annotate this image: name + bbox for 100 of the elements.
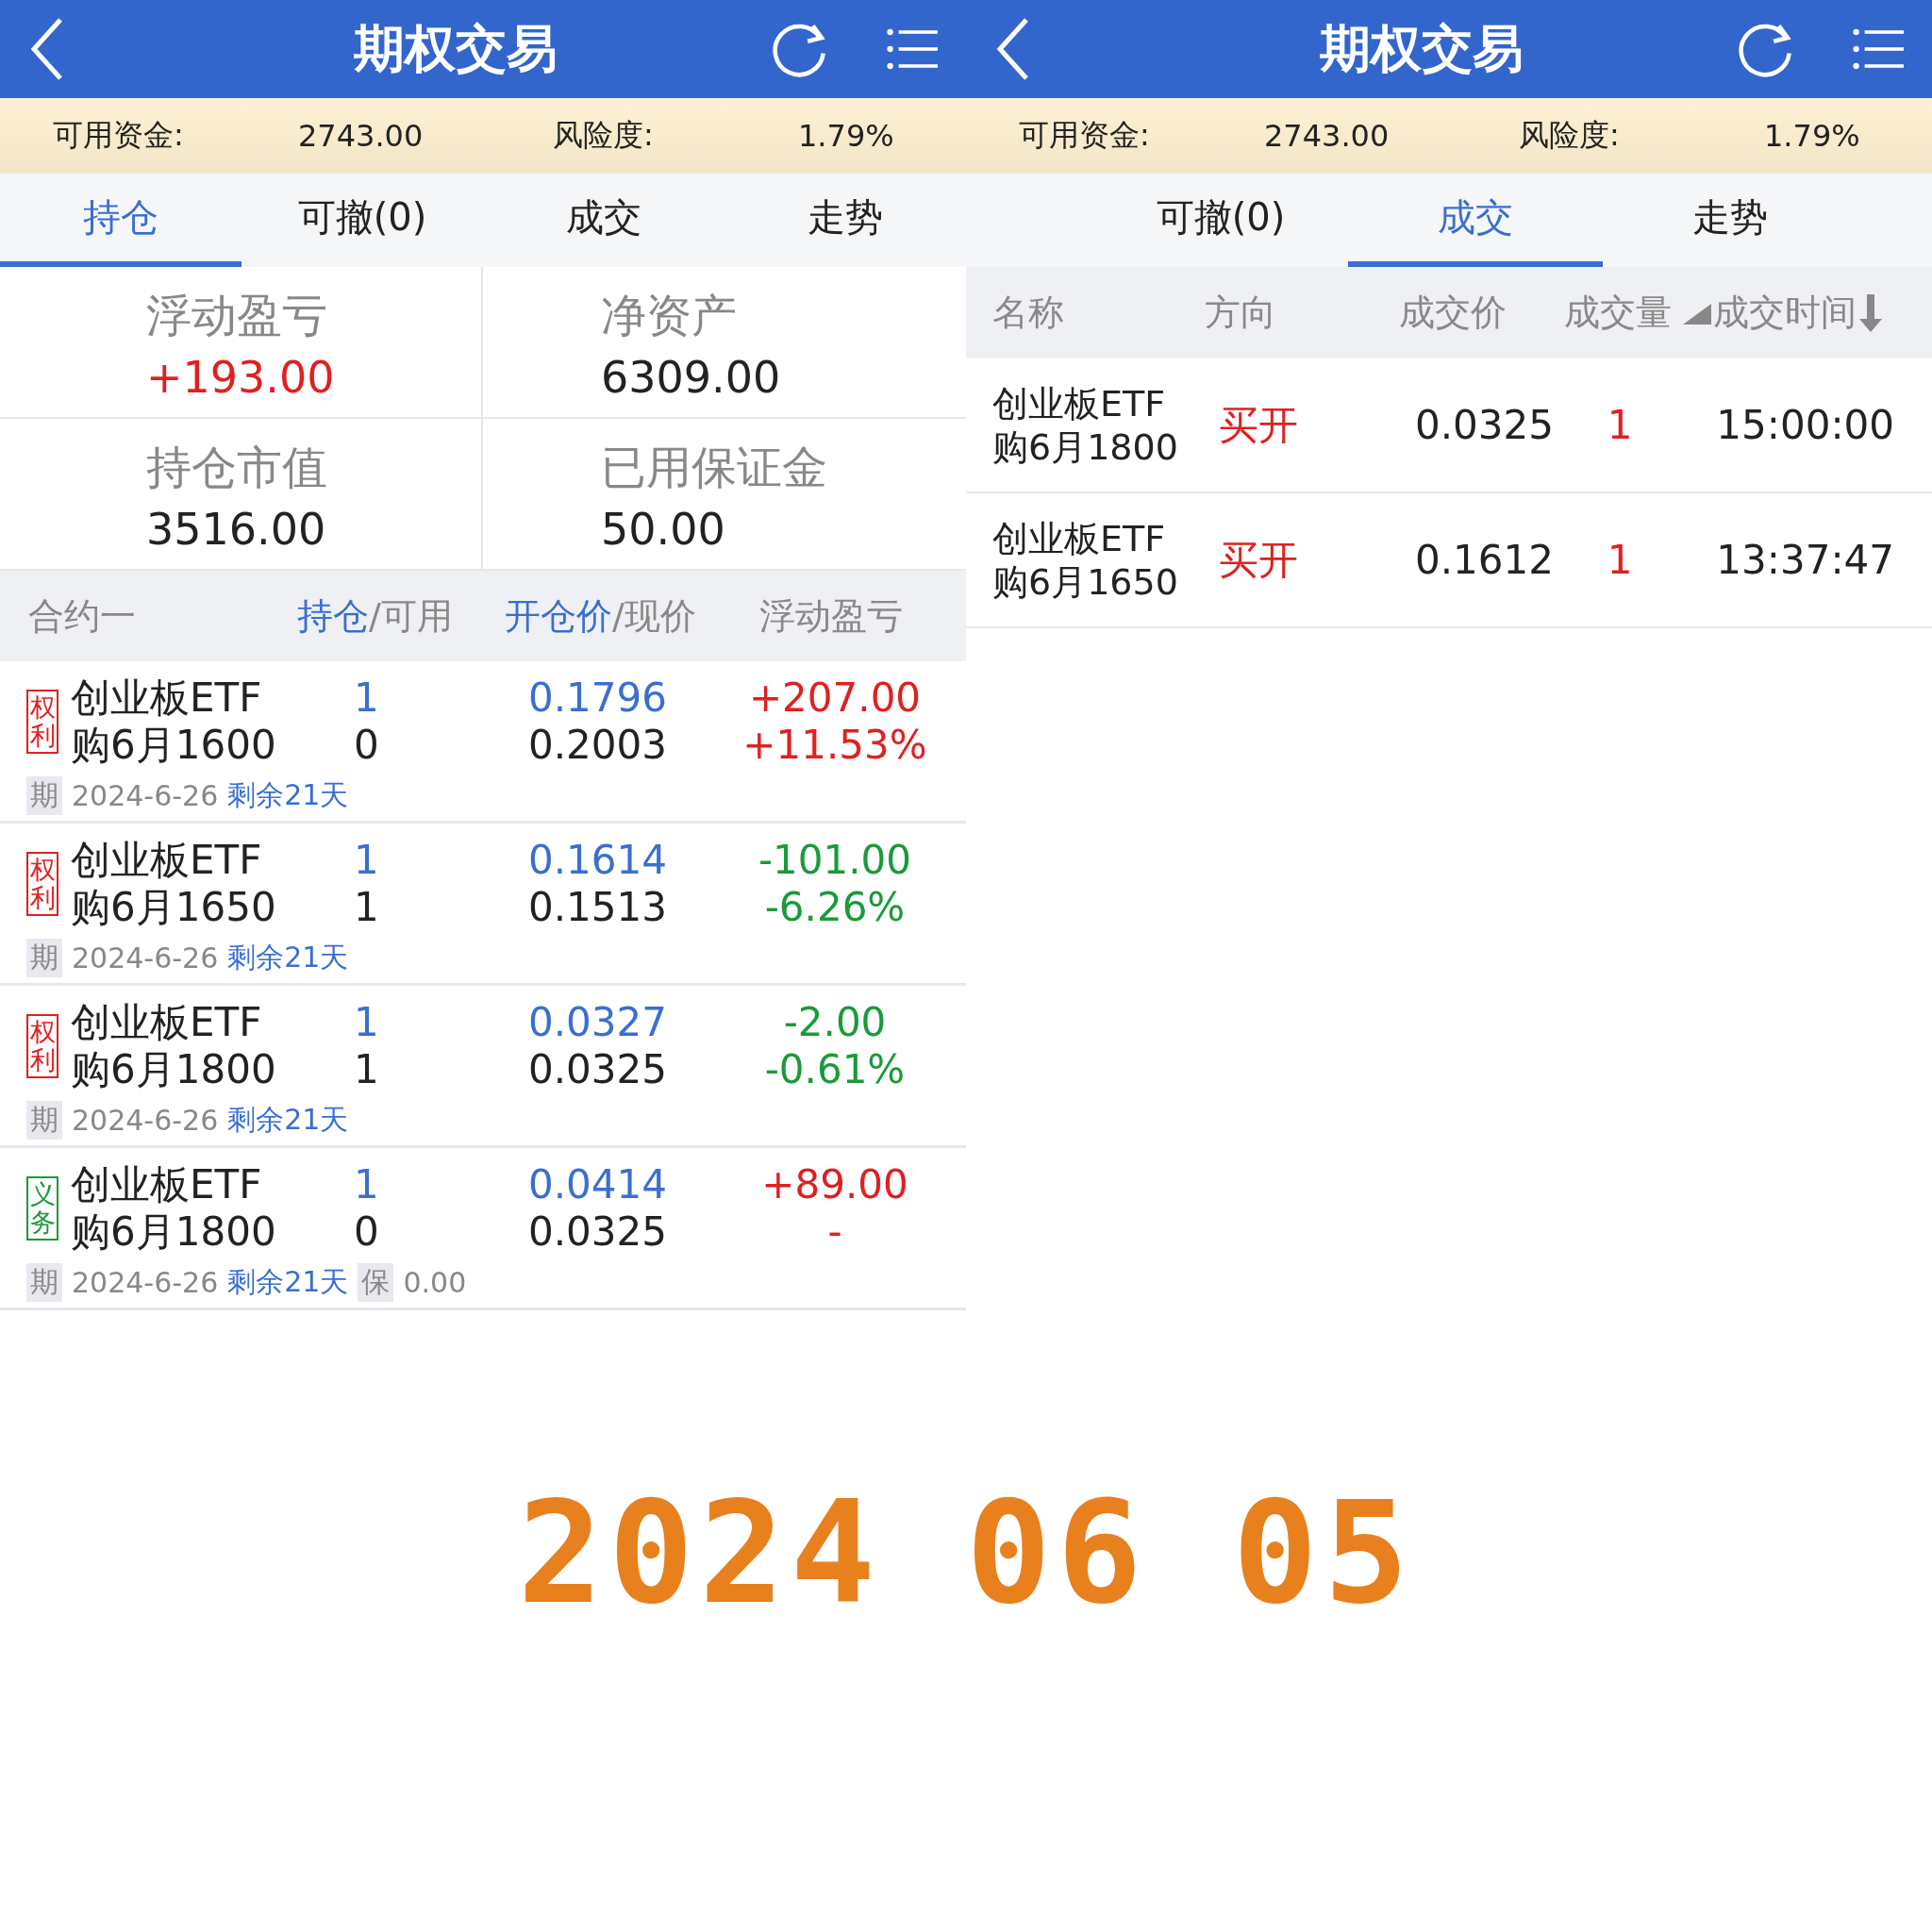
margin-value: 0.00 (403, 1266, 467, 1299)
risk-label: 风险度: (1519, 116, 1621, 155)
expiry-badge: 期 (26, 1263, 62, 1302)
available-qty: 0 (354, 1208, 380, 1256)
summary-label: 持仓市值 (146, 440, 328, 495)
trade-price: 0.1612 (1414, 537, 1554, 583)
trade-time: 15:00:00 (1715, 402, 1895, 448)
pnl-percent: +11.53% (742, 722, 927, 769)
current-price: 0.1513 (528, 884, 668, 931)
contract-detail: 购6月1600 (71, 722, 277, 769)
expiry-date: 2024-6-26 (72, 1104, 219, 1137)
screen-title: 期权交易 (1320, 17, 1524, 80)
trade-direction: 买开 (1219, 535, 1299, 585)
contract-name: 创业板ETF (71, 675, 263, 722)
available-qty: 1 (354, 884, 380, 931)
funds-label: 可用资金: (53, 116, 185, 155)
contract-detail: 购6月1800 (71, 1046, 277, 1093)
column-header[interactable]: 持仓/可用 (297, 591, 505, 641)
pnl-percent: - (827, 1208, 842, 1256)
column-header[interactable]: 成交价 (1346, 289, 1507, 337)
pnl-percent: -0.61% (764, 1046, 906, 1093)
date-text: 06 (966, 1471, 1148, 1635)
funds-label: 可用资金: (1019, 116, 1151, 155)
option-type-tag: 义务 (26, 1176, 58, 1241)
pnl-amount: +89.00 (761, 1161, 908, 1208)
summary-value: 6309.00 (601, 352, 782, 403)
column-header[interactable]: 浮动盈亏 (759, 591, 903, 641)
open-price: 0.0327 (528, 999, 668, 1046)
open-price: 0.0414 (528, 1161, 668, 1208)
menu-icon[interactable] (1853, 27, 1904, 71)
position-qty: 1 (354, 675, 380, 722)
column-header[interactable]: 方向 (1205, 289, 1346, 337)
tab[interactable]: 可撤(0) (1093, 174, 1348, 267)
margin-badge: 保 (358, 1263, 394, 1302)
date-text: 05 (1232, 1471, 1415, 1635)
days-remaining: 剩余21天 (227, 777, 349, 813)
available-qty: 0 (354, 722, 380, 769)
summary-label: 净资产 (601, 288, 738, 343)
risk-value: 1.79% (1764, 118, 1861, 154)
contract-name: 创业板ETF (992, 516, 1167, 560)
open-price: 0.1796 (528, 675, 668, 722)
days-remaining: 剩余21天 (227, 1264, 349, 1300)
column-header[interactable]: 成交时间 (1713, 289, 1857, 337)
option-type-tag: 权利 (26, 690, 58, 754)
trade-volume: 1 (1606, 402, 1634, 448)
column-header[interactable]: 名称 (992, 289, 1205, 337)
tab[interactable]: 可撤(0) (242, 174, 483, 267)
pnl-amount: +207.00 (748, 675, 922, 722)
summary-value: +193.00 (146, 352, 336, 403)
expiry-badge: 期 (26, 939, 62, 977)
trade-time: 13:37:47 (1715, 537, 1895, 583)
open-price: 0.1614 (528, 837, 668, 884)
column-header[interactable]: 开仓价/现价 (505, 591, 759, 641)
tab[interactable]: 走势 (1603, 174, 1857, 267)
current-price: 0.0325 (528, 1208, 668, 1256)
option-type-tag: 权利 (26, 852, 58, 916)
expiry-date: 2024-6-26 (72, 779, 219, 812)
contract-detail: 购6月1800 (71, 1208, 277, 1256)
summary-value: 50.00 (601, 504, 726, 555)
risk-value: 1.79% (798, 118, 895, 154)
position-qty: 1 (354, 1161, 380, 1208)
available-qty: 1 (354, 1046, 380, 1093)
summary-label: 浮动盈亏 (146, 288, 328, 343)
contract-detail: 购6月1650 (992, 559, 1179, 604)
days-remaining: 剩余21天 (227, 940, 349, 975)
risk-label: 风险度: (553, 116, 655, 155)
pnl-percent: -6.26% (764, 884, 906, 931)
sort-down-icon[interactable] (1858, 293, 1883, 332)
summary-label: 已用保证金 (601, 440, 828, 495)
corner-icon (1683, 301, 1711, 325)
pnl-amount: -2.00 (783, 999, 887, 1046)
contract-detail: 购6月1650 (71, 884, 277, 931)
days-remaining: 剩余21天 (227, 1102, 349, 1138)
date-text: 2024 (517, 1471, 881, 1635)
tab[interactable]: 成交 (483, 174, 724, 267)
expiry-date: 2024-6-26 (72, 941, 219, 974)
expiry-badge: 期 (26, 776, 62, 815)
option-type-tag: 权利 (26, 1014, 58, 1078)
screen-title: 期权交易 (354, 17, 558, 80)
funds-value: 2743.00 (298, 118, 425, 154)
contract-name: 创业板ETF (71, 999, 263, 1046)
tab[interactable]: 走势 (724, 174, 966, 267)
pnl-amount: -101.00 (758, 837, 912, 884)
current-price: 0.0325 (528, 1046, 668, 1093)
contract-name: 创业板ETF (71, 837, 263, 884)
position-qty: 1 (354, 999, 380, 1046)
funds-value: 2743.00 (1264, 118, 1391, 154)
expiry-badge: 期 (26, 1101, 62, 1140)
expiry-date: 2024-6-26 (72, 1266, 219, 1299)
contract-name: 创业板ETF (71, 1161, 263, 1208)
summary-value: 3516.00 (146, 504, 327, 555)
position-qty: 1 (354, 837, 380, 884)
column-header[interactable]: 成交量 (1507, 289, 1672, 337)
contract-detail: 购6月1800 (992, 425, 1179, 469)
contract-name: 创业板ETF (992, 381, 1167, 425)
trade-price: 0.0325 (1414, 402, 1554, 448)
column-header[interactable]: 合约一 (28, 591, 297, 641)
trade-volume: 1 (1606, 537, 1634, 583)
menu-icon[interactable] (887, 27, 938, 71)
trade-direction: 买开 (1219, 400, 1299, 450)
